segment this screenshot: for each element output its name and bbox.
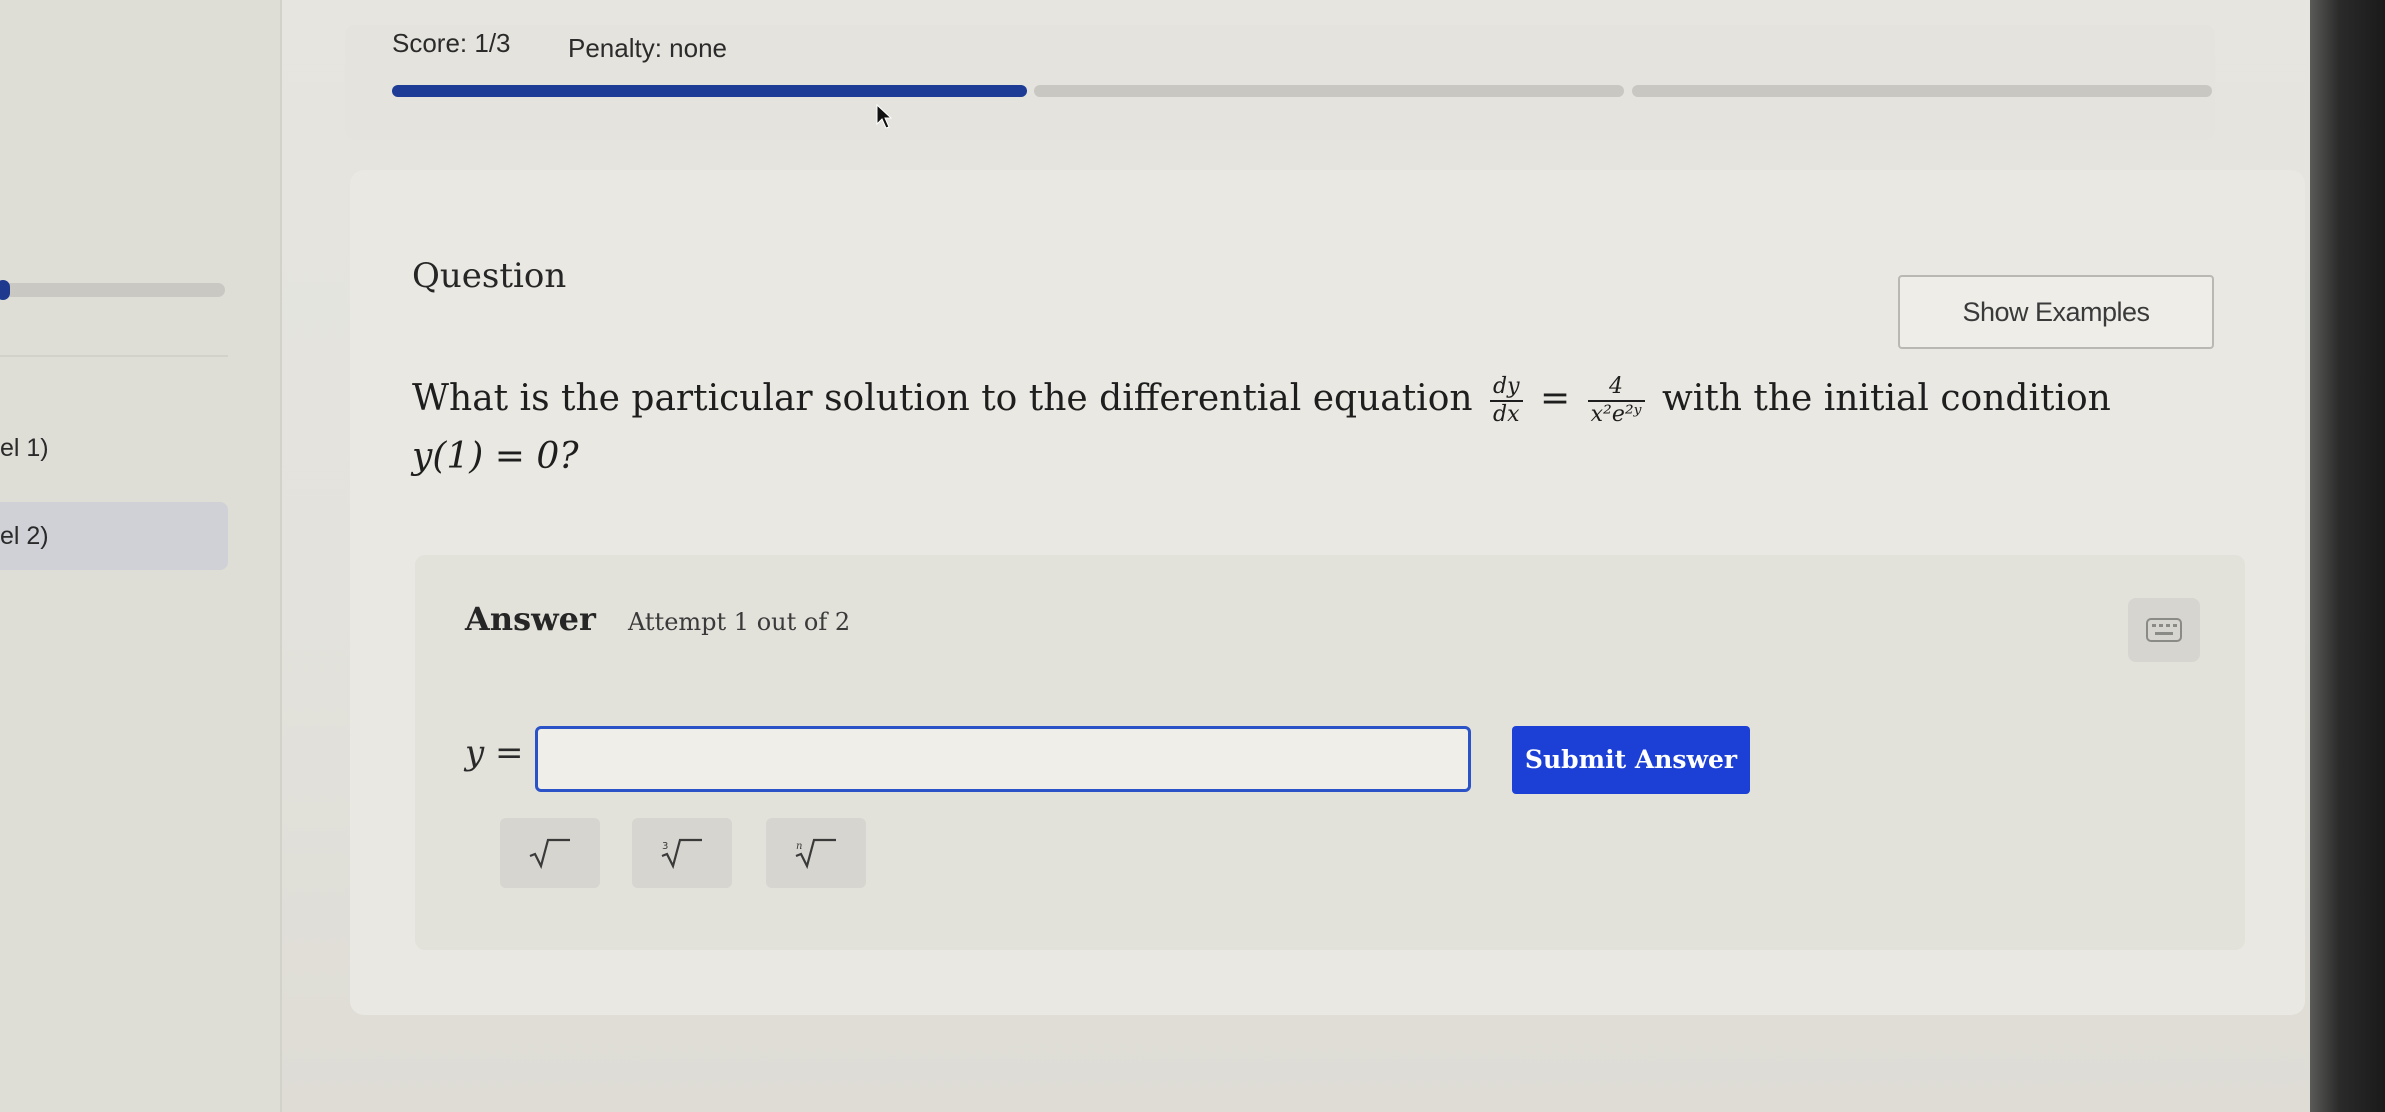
score-text: Score: 1/3 <box>392 28 511 58</box>
sidebar-progress-fill <box>0 280 10 300</box>
mouse-pointer-icon <box>876 104 892 129</box>
question-text-after: with the initial condition <box>1661 378 2111 419</box>
question-heading: Question <box>412 256 567 296</box>
progress-segment-incomplete <box>1632 85 2212 97</box>
lhs-denominator: dx <box>1493 402 1520 427</box>
rhs-numerator: 4 <box>1587 376 1645 402</box>
question-text-before: What is the particular solution to the d… <box>412 378 1473 419</box>
sidebar-divider <box>0 355 228 357</box>
rhs-denominator: x²e²ʸ <box>1590 402 1642 427</box>
svg-text:3: 3 <box>662 841 668 852</box>
math-keyboard-button[interactable] <box>2128 598 2200 662</box>
cube-root-button[interactable]: 3 <box>632 818 732 888</box>
square-root-button[interactable] <box>500 818 600 888</box>
attempt-counter: Attempt 1 out of 2 <box>628 608 851 636</box>
sidebar-item-2-active[interactable]: el 2) <box>0 502 228 570</box>
lhs-fraction: dy dx <box>1490 376 1523 426</box>
answer-heading: Answer <box>465 600 596 638</box>
question-text: What is the particular solution to the d… <box>412 370 2112 486</box>
progress-segment-incomplete <box>1034 85 1624 97</box>
progress-bar <box>392 85 2212 99</box>
answer-input[interactable] <box>535 726 1471 792</box>
sidebar-progress-track <box>0 283 225 297</box>
answer-input-label: y = <box>465 733 524 773</box>
cube-root-icon: 3 <box>661 838 702 870</box>
rhs-fraction: 4 x²e²ʸ <box>1587 376 1645 427</box>
sidebar-item-label: el 1) <box>0 434 49 462</box>
svg-text:n: n <box>796 841 802 852</box>
show-examples-button[interactable]: Show Examples <box>1898 275 2214 349</box>
nth-root-button[interactable]: n <box>766 818 866 888</box>
screen-bezel <box>2310 0 2385 1112</box>
square-root-icon <box>529 838 570 870</box>
lhs-numerator: dy <box>1490 376 1523 402</box>
sidebar-item-1[interactable]: el 1) <box>0 428 228 468</box>
sidebar-item-label: el 2) <box>0 522 49 550</box>
progress-segment-complete <box>392 85 1027 97</box>
nth-root-icon: n <box>795 838 836 870</box>
keyboard-icon <box>2146 618 2182 642</box>
equals-sign: = <box>1539 378 1571 419</box>
initial-condition: y(1) = 0? <box>412 436 579 477</box>
penalty-text: Penalty: none <box>568 33 728 63</box>
submit-answer-button[interactable]: Submit Answer <box>1512 726 1750 794</box>
